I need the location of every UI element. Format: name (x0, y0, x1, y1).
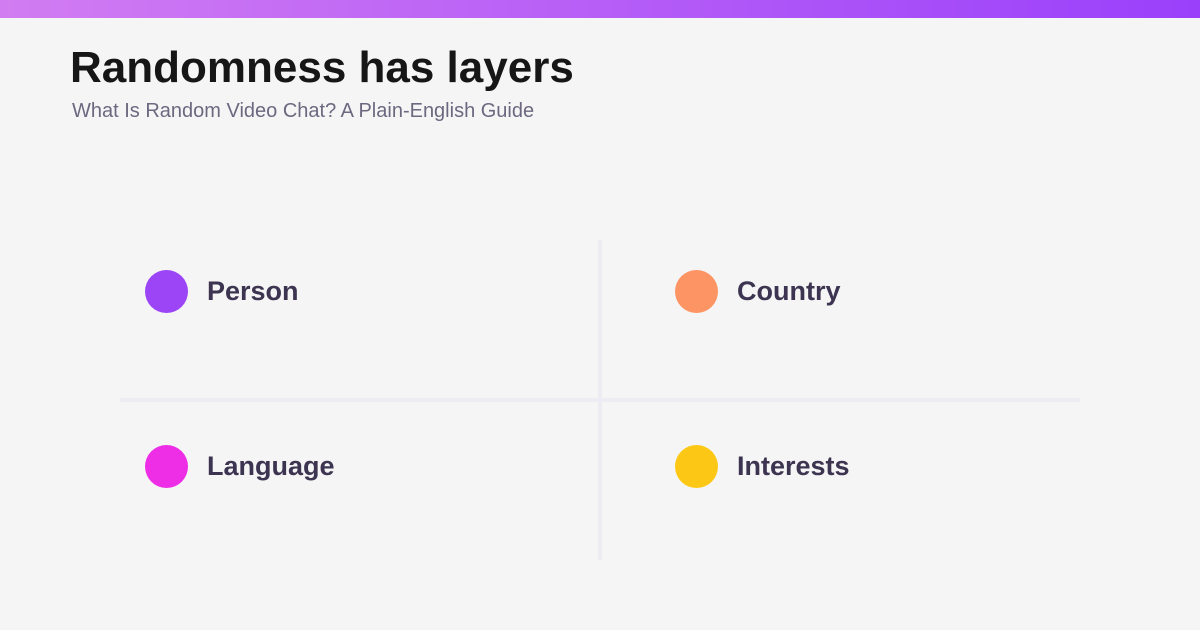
country-dot (675, 269, 718, 313)
page-title: Randomness has layers (70, 43, 574, 92)
layer-language: Language (145, 444, 335, 488)
page-subtitle: What Is Random Video Chat? A Plain-Engli… (72, 100, 535, 122)
layer-label-country: Country (737, 275, 841, 306)
person-dot (145, 269, 188, 313)
layer-label-person: Person (207, 275, 299, 306)
layer-label-language: Language (207, 450, 335, 481)
horizontal-divider (120, 398, 1080, 402)
layer-interests: Interests (675, 444, 850, 488)
top-accent-bar (0, 0, 1200, 18)
language-dot (145, 444, 188, 488)
layer-person: Person (145, 269, 299, 313)
layer-label-interests: Interests (737, 450, 850, 481)
layer-country: Country (675, 269, 841, 313)
interests-dot (675, 444, 718, 488)
